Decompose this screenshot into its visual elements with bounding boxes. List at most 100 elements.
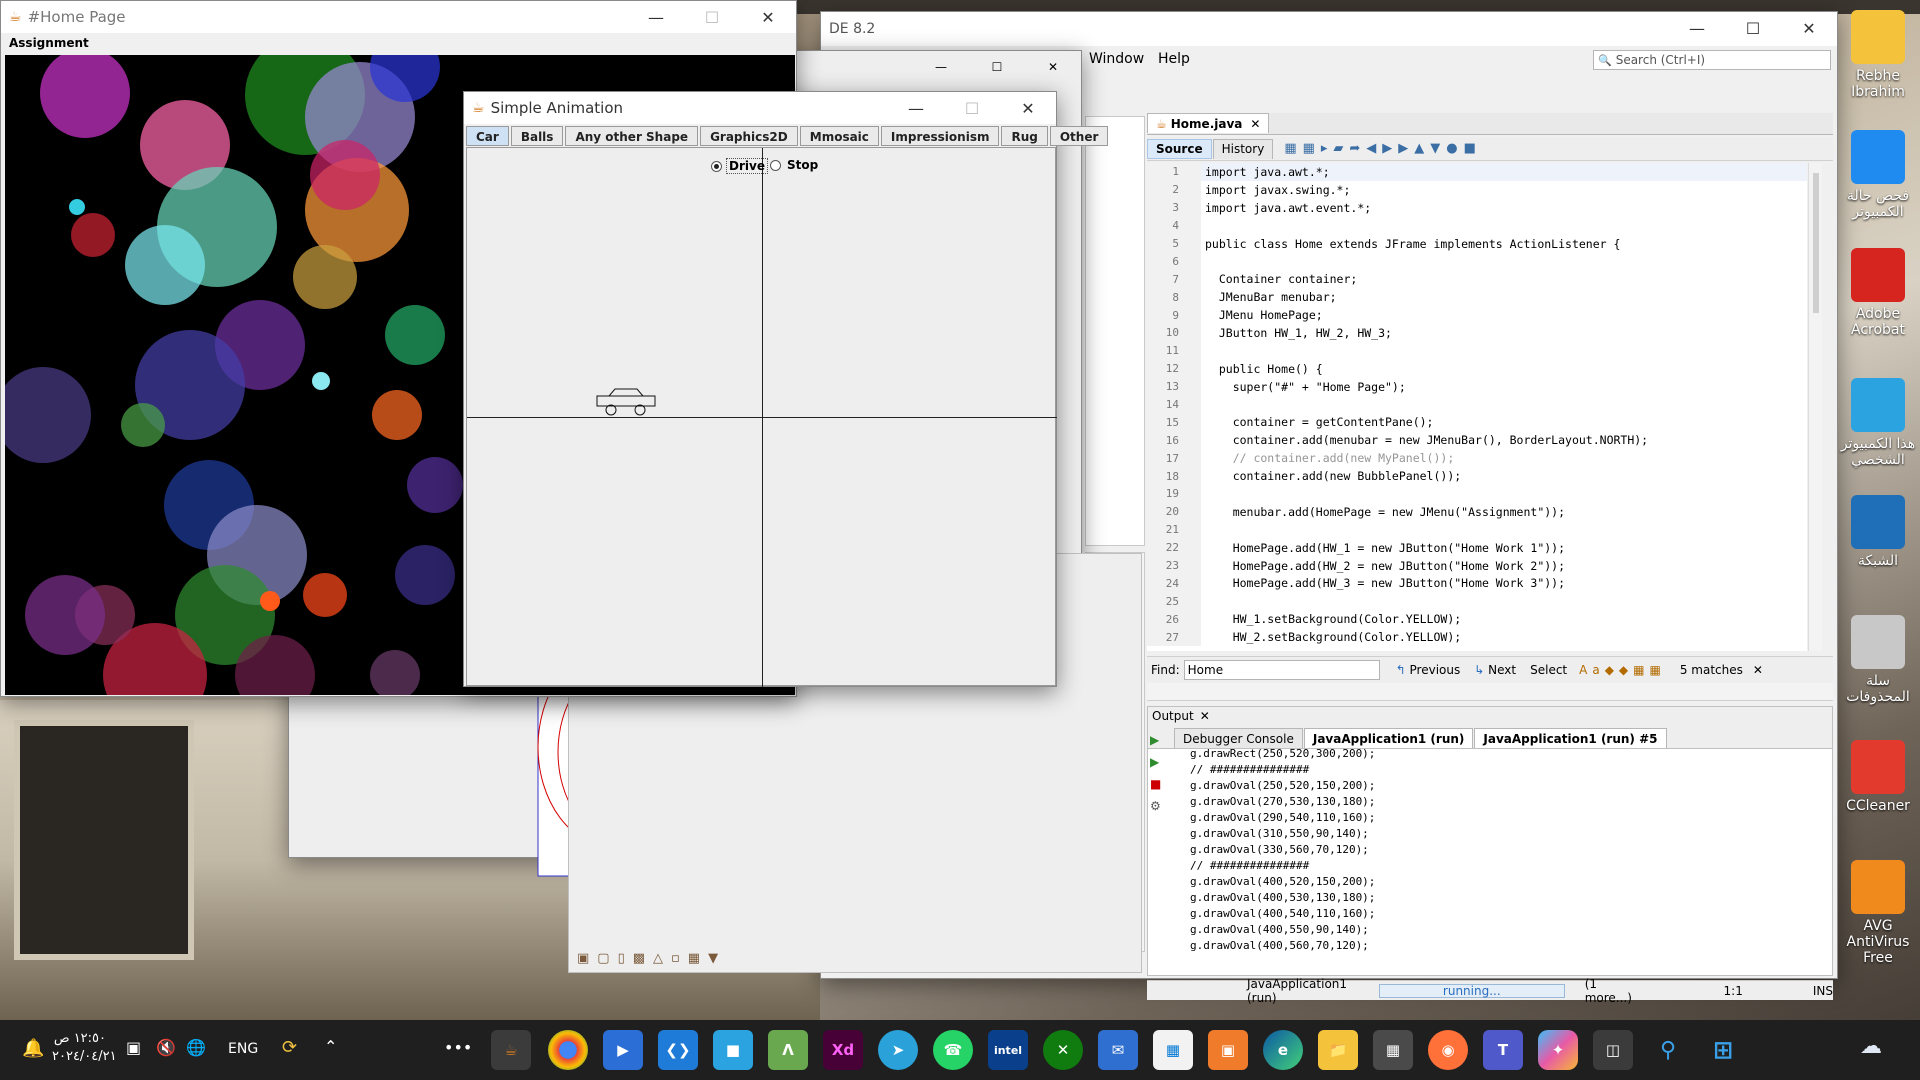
desktop-icon-item[interactable]: CCleaner (1838, 740, 1918, 814)
code-line[interactable]: 8 JMenuBar menubar; (1147, 288, 1807, 307)
code-line[interactable]: 26 HW_1.setBackground(Color.YELLOW); (1147, 610, 1807, 629)
copilot-icon[interactable]: ✦ (1538, 1030, 1578, 1070)
chevron-up-icon[interactable]: ⌃ (324, 1037, 337, 1056)
find-previous-button[interactable]: ↰ Previous (1396, 663, 1461, 677)
code-line[interactable]: 27 HW_2.setBackground(Color.YELLOW); (1147, 628, 1807, 647)
code-line[interactable]: 7 Container container; (1147, 270, 1807, 289)
notification-bell-icon[interactable]: 🔔 (22, 1038, 44, 1059)
editor-scrollbar[interactable] (1808, 163, 1822, 651)
code-line[interactable]: 25 (1147, 592, 1807, 611)
code-line[interactable]: 3 import java.awt.event.*; (1147, 198, 1807, 217)
radio-drive[interactable]: Drive (711, 158, 768, 174)
telegram-icon[interactable]: ➤ (878, 1030, 918, 1070)
maximize-icon[interactable]: ☐ (944, 92, 1000, 124)
tab-impressionism[interactable]: Impressionism (880, 126, 1000, 146)
tab-graphics2d[interactable]: Graphics2D (700, 126, 798, 146)
desktop-icon-item[interactable]: سلة المحذوفات (1838, 615, 1918, 705)
tab-source[interactable]: Source (1147, 138, 1212, 159)
code-line[interactable]: 24 HomePage.add(HW_3 = new JButton("Home… (1147, 574, 1807, 593)
code-line[interactable]: 2 import javax.swing.*; (1147, 180, 1807, 199)
maximize-icon[interactable]: ☐ (684, 1, 740, 33)
tab-close-icon[interactable]: ✕ (1250, 117, 1260, 131)
close-icon[interactable]: ✕ (740, 1, 796, 33)
tab-balls[interactable]: Balls (510, 126, 564, 146)
menu-window[interactable]: Window (1089, 51, 1144, 67)
code-line[interactable]: 13 super("#" + "Home Page"); (1147, 377, 1807, 396)
radio-stop-dot[interactable] (770, 159, 781, 171)
code-line[interactable]: 20 menubar.add(HomePage = new JMenu("Ass… (1147, 502, 1807, 521)
language-indicator[interactable]: ENG (228, 1041, 258, 1057)
globe-icon[interactable]: 🌐 (186, 1038, 206, 1057)
minimize-icon[interactable]: — (628, 1, 684, 33)
close-icon[interactable]: ✕ (1025, 51, 1081, 83)
anaconda-icon[interactable]: Λ (768, 1030, 808, 1070)
teams-icon[interactable]: T (1483, 1030, 1523, 1070)
start-icon[interactable]: ⊞ (1703, 1030, 1743, 1070)
desktop-icon-item[interactable]: Adobe Acrobat (1838, 248, 1918, 338)
rerun-again-icon[interactable]: ▶ (1150, 751, 1168, 773)
volume-muted-icon[interactable]: 🔇 (156, 1038, 176, 1057)
close-icon[interactable]: ✕ (1781, 12, 1837, 44)
code-line[interactable]: 22 HomePage.add(HW_1 = new JButton("Home… (1147, 538, 1807, 557)
sync-icon[interactable]: ⟳ (282, 1037, 297, 1058)
ms-store-icon[interactable]: ▦ (1153, 1030, 1193, 1070)
intel-icon[interactable]: intel (988, 1030, 1028, 1070)
code-line[interactable]: 11 (1147, 341, 1807, 360)
settings-icon[interactable]: ⚙ (1150, 795, 1168, 817)
task-view-icon[interactable]: ◫ (1593, 1030, 1633, 1070)
store-box-icon[interactable]: ■ (713, 1030, 753, 1070)
toolbar-icons[interactable]: ▦▦▸▰➦◀▶▶▲▼●■ (1284, 141, 1482, 156)
search-taskbar-icon[interactable]: ⚲ (1648, 1030, 1688, 1070)
designer-toolbar[interactable]: ▣▢▯▩△▫▦▼ (577, 951, 726, 966)
desktop-icon-item[interactable]: الشبكة (1838, 495, 1918, 569)
desktop-icon-item[interactable]: AVG AntiVirus Free (1838, 860, 1918, 966)
tab-javaapp-run[interactable]: JavaApplication1 (run) (1303, 728, 1474, 748)
menu-help[interactable]: Help (1158, 51, 1190, 67)
find-select-button[interactable]: Select (1530, 663, 1567, 677)
radio-stop[interactable]: Stop (770, 158, 818, 172)
radio-drive-dot[interactable] (711, 160, 722, 172)
clock[interactable]: ١٢:٥٠ ص ٢٠٢٤/٠٤/٢١ (52, 1030, 117, 1066)
code-line[interactable]: 10 JButton HW_1, HW_2, HW_3; (1147, 324, 1807, 342)
code-line[interactable]: 19 (1147, 485, 1807, 503)
code-line[interactable]: 21 (1147, 520, 1807, 539)
tab-any-other-shape[interactable]: Any other Shape (565, 126, 699, 146)
vscode-icon[interactable]: ❮❯ (658, 1030, 698, 1070)
tab-home-java[interactable]: ☕ Home.java ✕ (1147, 113, 1270, 133)
more-apps-icon[interactable]: ••• (444, 1038, 472, 1057)
battery-icon[interactable]: ▣ (126, 1038, 141, 1057)
find-close-icon[interactable]: ✕ (1753, 663, 1763, 677)
output-close-icon[interactable]: ✕ (1200, 709, 1210, 723)
code-line[interactable]: 4 (1147, 216, 1807, 235)
edge-icon[interactable]: e (1263, 1030, 1303, 1070)
code-line[interactable]: 16 container.add(menubar = new JMenuBar(… (1147, 431, 1807, 450)
tab-history[interactable]: History (1212, 138, 1274, 159)
whatsapp-icon[interactable]: ☎ (933, 1030, 973, 1070)
xbox-icon[interactable]: ✕ (1043, 1030, 1083, 1070)
firefox-icon[interactable]: ◉ (1428, 1030, 1468, 1070)
status-app[interactable]: JavaApplication1 (run) (1247, 977, 1371, 1005)
maximize-icon[interactable]: ☐ (969, 51, 1025, 83)
find-input[interactable]: Home (1183, 659, 1380, 680)
search-box[interactable]: 🔍 Search (Ctrl+I) (1593, 50, 1831, 70)
adobe-xd-icon[interactable]: Xd (823, 1030, 863, 1070)
code-line[interactable]: 1 import java.awt.*; (1147, 163, 1807, 181)
tab-other[interactable]: Other (1049, 126, 1109, 146)
status-more[interactable]: (1 more...) (1585, 977, 1644, 1005)
find-next-button[interactable]: ↳ Next (1474, 663, 1516, 677)
box-app-icon[interactable]: ▣ (1208, 1030, 1248, 1070)
code-line[interactable]: 9 JMenu HomePage; (1147, 306, 1807, 325)
mail-icon[interactable]: ✉ (1098, 1030, 1138, 1070)
rerun-icon[interactable]: ▶ (1150, 729, 1168, 751)
calculator-icon[interactable]: ▦ (1373, 1030, 1413, 1070)
desktop-icon-item[interactable]: Rebhe Ibrahim (1838, 10, 1918, 100)
scroll-thumb[interactable] (1813, 173, 1819, 313)
code-line[interactable]: 15 container = getContentPane(); (1147, 413, 1807, 432)
code-editor[interactable]: 1 import java.awt.*; 2 import javax.swing.*… (1147, 163, 1807, 651)
weather-icon[interactable]: ☁ (1860, 1034, 1882, 1059)
minimize-icon[interactable]: — (888, 92, 944, 124)
stop-icon[interactable]: ■ (1150, 773, 1168, 795)
minimize-icon[interactable]: — (913, 51, 969, 83)
tab-mmosaic[interactable]: Mmosaic (799, 126, 879, 146)
code-line[interactable]: 18 container.add(new BubblePanel()); (1147, 467, 1807, 486)
